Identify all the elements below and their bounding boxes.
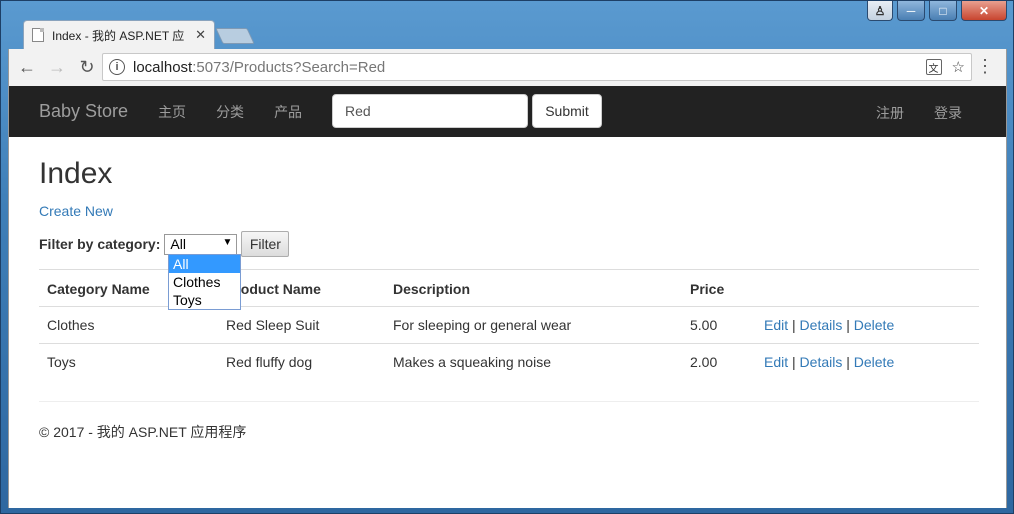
page-icon bbox=[32, 28, 44, 42]
separator: | bbox=[792, 354, 796, 371]
nav-link-categories[interactable]: 分类 bbox=[216, 102, 244, 122]
browser-toolbar: ← → ↻ i localhost:5073/Products?Search=R… bbox=[8, 49, 1007, 86]
details-link[interactable]: Details bbox=[800, 317, 843, 333]
cell-description: For sleeping or general wear bbox=[385, 306, 682, 344]
reload-icon[interactable]: ↻ bbox=[75, 56, 99, 80]
nav-link-products[interactable]: 产品 bbox=[274, 102, 302, 122]
cell-name: Red fluffy dog bbox=[226, 354, 313, 371]
address-bar[interactable]: i localhost:5073/Products?Search=Red 文 ☆ bbox=[102, 53, 972, 81]
cell-category: Toys bbox=[47, 354, 76, 371]
footer-divider bbox=[39, 400, 979, 402]
menu-dots-icon[interactable]: ⋮ bbox=[976, 57, 994, 75]
site-navbar: Baby Store 主页 分类 产品 Red Submit 注册 登录 bbox=[9, 86, 1006, 137]
new-tab-button[interactable] bbox=[215, 28, 255, 44]
separator: | bbox=[846, 317, 850, 333]
dropdown-option[interactable]: Toys bbox=[169, 291, 240, 309]
dropdown-option[interactable]: Clothes bbox=[169, 273, 240, 291]
table-row: Toys Red fluffy dog Makes a squeaking no… bbox=[39, 344, 979, 381]
close-window-button[interactable]: ✕ bbox=[961, 1, 1007, 21]
cell-actions: Edit | Details | Delete bbox=[756, 306, 979, 344]
separator: | bbox=[792, 317, 796, 333]
search-input[interactable]: Red bbox=[332, 94, 528, 128]
browser-tab[interactable]: Index - 我的 ASP.NET 应 ✕ bbox=[23, 20, 215, 49]
url-host: localhost bbox=[133, 58, 193, 76]
browser-window: Index - 我的 ASP.NET 应 ✕ ♙ ─ □ ✕ ← → ↻ i l… bbox=[0, 0, 1014, 514]
details-link[interactable]: Details bbox=[800, 354, 843, 370]
bookmark-star-icon[interactable]: ☆ bbox=[952, 58, 965, 76]
nav-link-login[interactable]: 登录 bbox=[934, 103, 962, 123]
nav-link-home[interactable]: 主页 bbox=[158, 102, 186, 122]
filter-row: Filter by category: All ▼ Filter All Clo… bbox=[39, 231, 976, 310]
submit-button[interactable]: Submit bbox=[532, 94, 602, 128]
dropdown-option[interactable]: All bbox=[169, 255, 240, 273]
nav-link-register[interactable]: 注册 bbox=[876, 103, 904, 123]
brand-link[interactable]: Baby Store bbox=[39, 101, 128, 122]
footer-text: © 2017 - 我的 ASP.NET 应用程序 bbox=[39, 423, 247, 440]
minimize-button[interactable]: ─ bbox=[897, 1, 925, 21]
separator: | bbox=[846, 354, 850, 371]
info-icon[interactable]: i bbox=[109, 59, 125, 75]
select-value: All bbox=[170, 236, 186, 252]
column-header-actions bbox=[756, 269, 979, 307]
title-bar: Index - 我的 ASP.NET 应 ✕ ♙ ─ □ ✕ bbox=[1, 1, 1013, 49]
url-path: :5073/Products?Search=Red bbox=[192, 58, 386, 76]
column-header: Price bbox=[682, 269, 756, 307]
category-select[interactable]: All ▼ bbox=[164, 233, 238, 255]
delete-link[interactable]: Delete bbox=[854, 354, 894, 370]
cell-name: Red Sleep Suit bbox=[218, 306, 385, 344]
forward-arrow-icon[interactable]: → bbox=[45, 56, 69, 80]
category-dropdown-list: All Clothes Toys bbox=[168, 254, 241, 310]
create-new-link[interactable]: Create New bbox=[39, 203, 113, 219]
page-viewport: Baby Store 主页 分类 产品 Red Submit 注册 登录 Ind… bbox=[8, 86, 1007, 508]
translate-icon[interactable]: 文 bbox=[925, 59, 942, 75]
main-content: Index Create New Filter by category: All… bbox=[9, 137, 1006, 442]
user-icon[interactable]: ♙ bbox=[867, 1, 893, 21]
close-icon[interactable]: ✕ bbox=[195, 27, 206, 43]
cell-category: Clothes bbox=[39, 306, 218, 344]
table-row: Clothes Red Sleep Suit For sleeping or g… bbox=[39, 306, 979, 344]
cell-actions: Edit | Details | Delete bbox=[756, 344, 979, 381]
cell-price: 2.00 bbox=[690, 354, 718, 371]
column-header: Product Name bbox=[218, 269, 385, 307]
page-title: Index bbox=[39, 157, 113, 190]
dropdown-arrow-icon: ▼ bbox=[222, 236, 233, 248]
edit-link[interactable]: Edit bbox=[764, 354, 788, 370]
tab-title: Index - 我的 ASP.NET 应 bbox=[52, 28, 185, 43]
delete-link[interactable]: Delete bbox=[854, 317, 894, 333]
edit-link[interactable]: Edit bbox=[764, 317, 788, 333]
back-arrow-icon[interactable]: ← bbox=[15, 56, 39, 80]
cell-price: 5.00 bbox=[682, 306, 756, 344]
maximize-button[interactable]: □ bbox=[929, 1, 957, 21]
column-header: Description bbox=[385, 269, 682, 307]
filter-button[interactable]: Filter bbox=[241, 231, 290, 257]
filter-label: Filter by category: bbox=[39, 236, 161, 252]
cell-description: Makes a squeaking noise bbox=[393, 354, 551, 371]
